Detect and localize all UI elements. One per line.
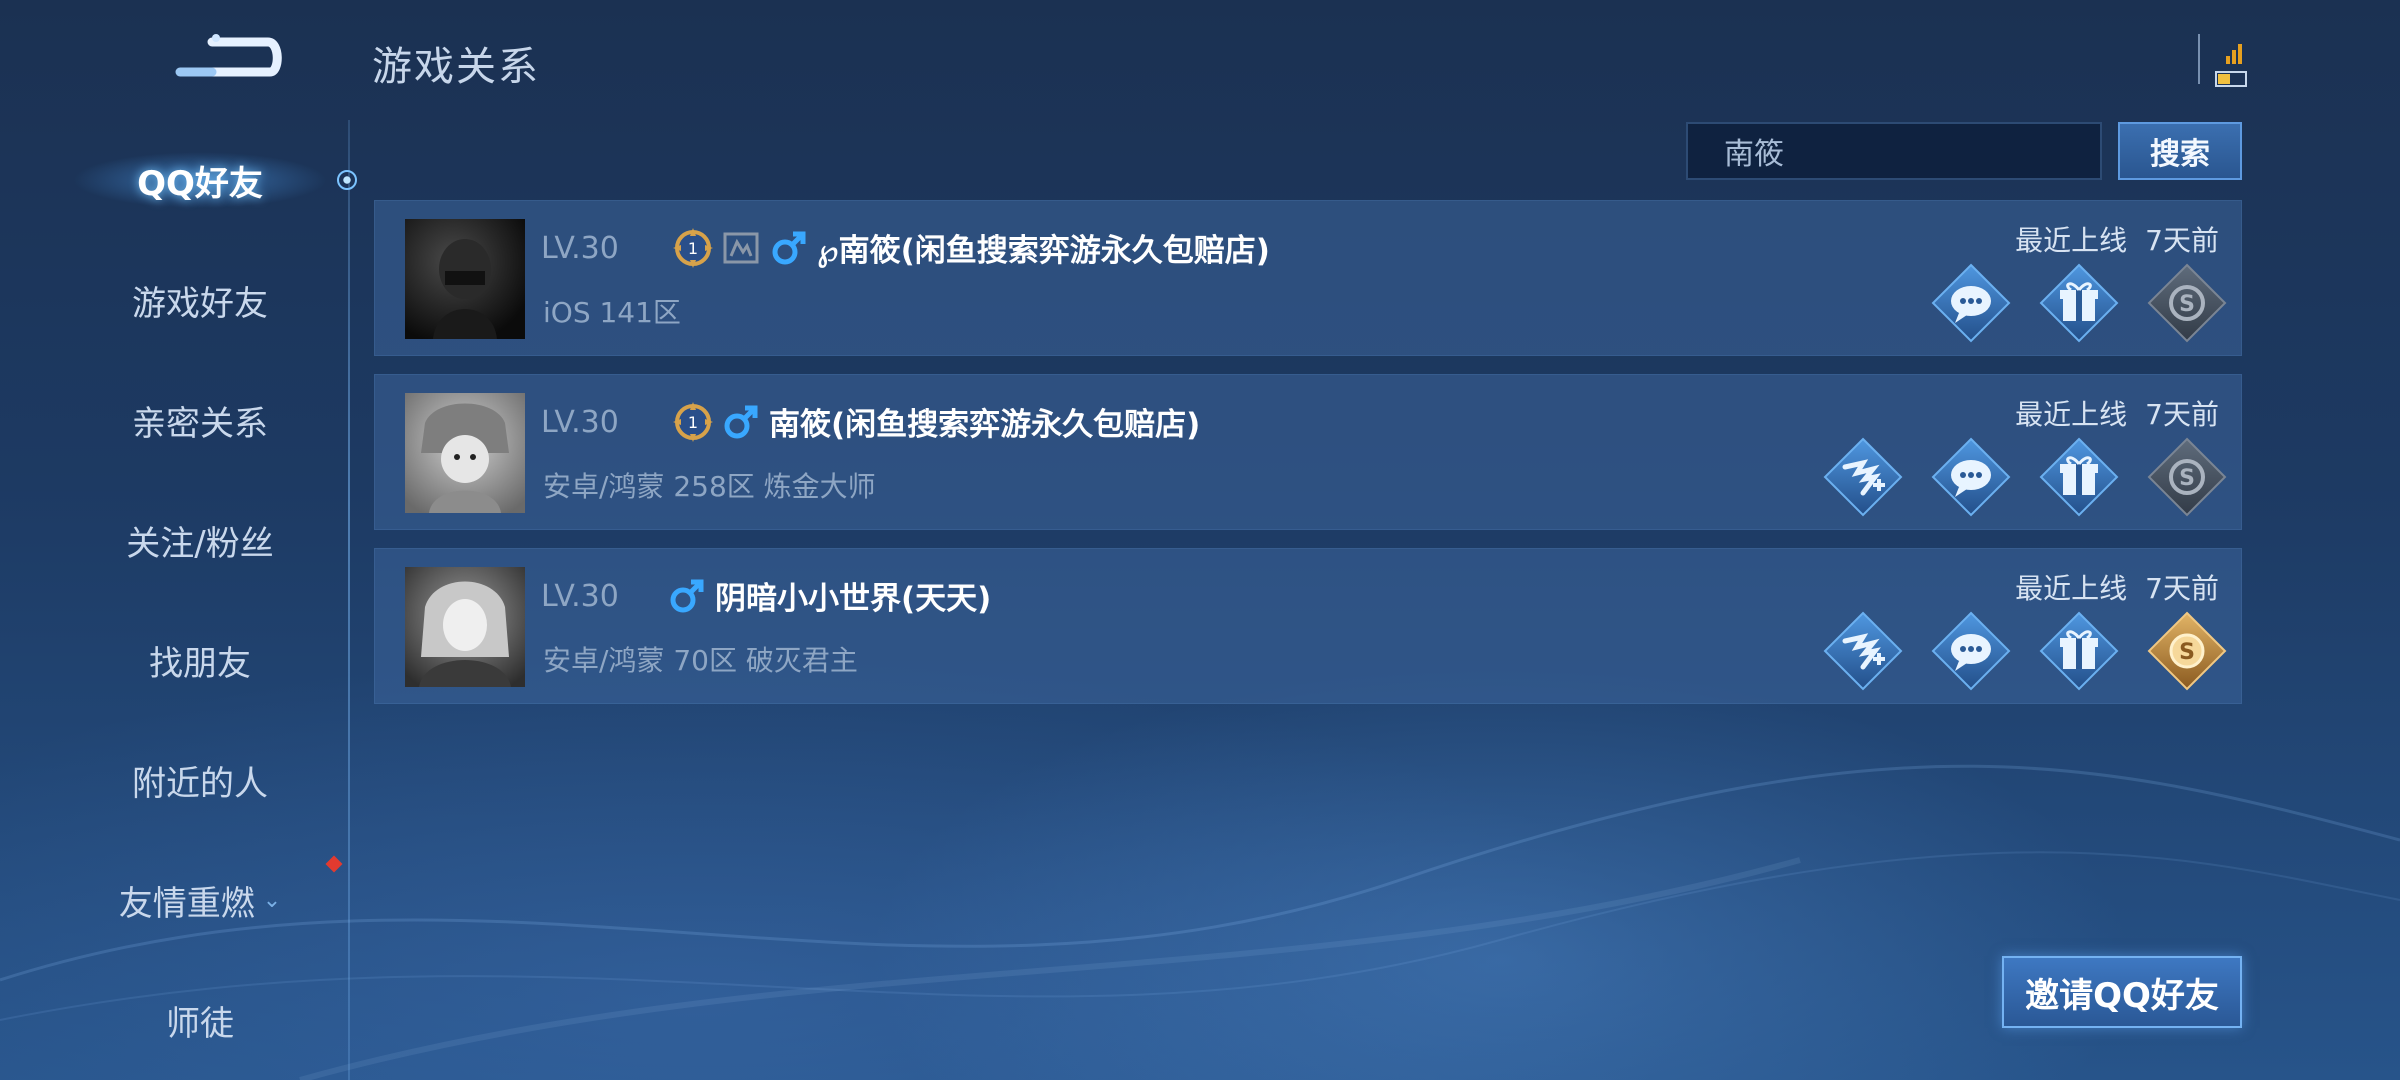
chat-icon[interactable]	[1931, 263, 2011, 343]
svg-text:S: S	[2179, 640, 2195, 665]
svg-text:S: S	[2179, 466, 2195, 491]
level-label: LV.30	[541, 579, 619, 614]
friend-row[interactable]: LV.30 1 南筱(闲鱼搜索弈游永久包赔店) 安卓/鸿蒙 258区 炼金大师 …	[374, 374, 2242, 530]
male-icon	[772, 231, 806, 264]
sidebar-divider	[348, 120, 350, 1080]
last-online: 最近上线 7天前	[2015, 224, 2219, 257]
invite-qq-friends-button[interactable]: 邀请QQ好友	[2002, 956, 2242, 1028]
back-arrow-icon[interactable]	[172, 28, 282, 84]
search-input[interactable]	[1722, 132, 2099, 170]
chat-icon[interactable]	[1931, 437, 2011, 517]
sidebar-item-game-friends[interactable]: 游戏好友	[60, 260, 340, 340]
sidebar-item-intimate[interactable]: 亲密关系	[60, 380, 340, 460]
svg-text:1: 1	[688, 239, 698, 258]
avatar[interactable]	[405, 393, 525, 513]
sidebar-item-qq-friends[interactable]: QQ好友	[60, 140, 340, 220]
add-friend-icon[interactable]	[1823, 437, 1903, 517]
coin-icon[interactable]: S	[2147, 437, 2227, 517]
avatar[interactable]	[405, 567, 525, 687]
server-info: 安卓/鸿蒙 258区 炼金大师	[543, 470, 876, 503]
male-icon	[670, 579, 704, 612]
rank-badge-icon: 1	[673, 227, 713, 268]
active-indicator-icon	[337, 170, 357, 190]
server-info: iOS 141区	[543, 296, 681, 329]
gift-icon[interactable]	[2039, 611, 2119, 691]
sidebar-item-nearby[interactable]: 附近的人	[60, 740, 340, 820]
last-online: 最近上线 7天前	[2015, 398, 2219, 431]
name-group: 阴暗小小世界(天天)	[667, 573, 991, 618]
page-title: 游戏关系	[372, 44, 540, 90]
coin-gold-icon[interactable]: S	[2147, 611, 2227, 691]
coin-icon[interactable]: S	[2147, 263, 2227, 343]
friend-name: ℘南筱(闲鱼搜索弈游永久包赔店)	[817, 233, 1270, 269]
male-icon	[724, 405, 758, 438]
server-info: 安卓/鸿蒙 70区 破灭君主	[543, 644, 858, 677]
chat-icon[interactable]	[1931, 611, 2011, 691]
chevron-down-icon: ⌄	[262, 887, 282, 913]
gift-icon[interactable]	[2039, 437, 2119, 517]
level-label: LV.30	[541, 405, 619, 440]
gift-icon[interactable]	[2039, 263, 2119, 343]
signal-battery-icon	[2198, 34, 2247, 87]
avatar[interactable]	[405, 219, 525, 339]
svg-text:1: 1	[688, 413, 698, 432]
sidebar-item-mentor[interactable]: 师徒	[60, 980, 340, 1060]
search-button[interactable]: 搜索	[2118, 122, 2242, 180]
sidebar-item-find-friends[interactable]: 找朋友	[60, 620, 340, 700]
friend-name: 阴暗小小世界(天天)	[715, 581, 992, 617]
friend-row[interactable]: LV.30 阴暗小小世界(天天) 安卓/鸿蒙 70区 破灭君主 最近上线 7天前 …	[374, 548, 2242, 704]
rank-badge-icon: 1	[673, 401, 713, 442]
sidebar-item-follow-fans[interactable]: 关注/粉丝	[60, 500, 340, 580]
name-group: 1 南筱(闲鱼搜索弈游永久包赔店)	[673, 399, 1200, 444]
last-online: 最近上线 7天前	[2015, 572, 2219, 605]
name-group: 1 ℘南筱(闲鱼搜索弈游永久包赔店)	[673, 225, 1270, 270]
frame-icon	[723, 232, 759, 263]
sidebar-item-rekindle[interactable]: 友情重燃 ⌄	[60, 860, 340, 940]
friend-row[interactable]: LV.30 1 ℘南筱(闲鱼搜索弈游永久包赔店) iOS 141区 最近上线 7天…	[374, 200, 2242, 356]
svg-text:S: S	[2179, 292, 2195, 317]
level-label: LV.30	[541, 231, 619, 266]
search-box[interactable]	[1686, 122, 2102, 180]
add-friend-icon[interactable]	[1823, 611, 1903, 691]
friend-name: 南筱(闲鱼搜索弈游永久包赔店)	[769, 407, 1201, 443]
